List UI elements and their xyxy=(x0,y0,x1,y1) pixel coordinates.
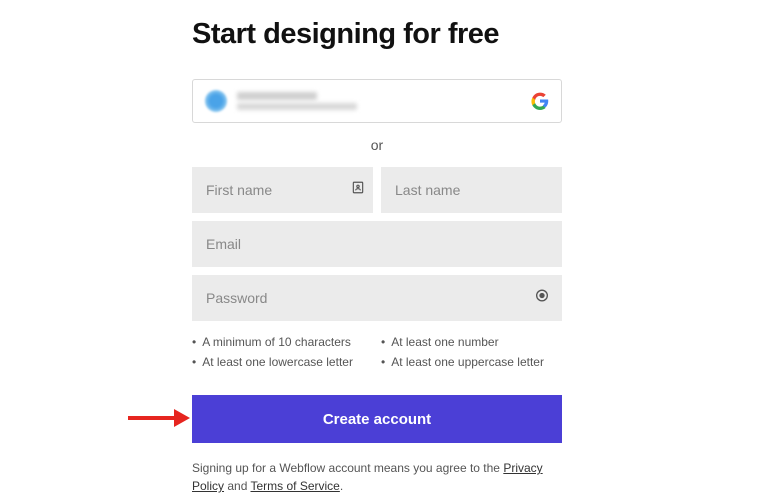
legal-and: and xyxy=(224,479,250,493)
google-logo-icon xyxy=(531,92,549,110)
first-name-input[interactable] xyxy=(192,167,373,213)
password-req-item: A minimum of 10 characters xyxy=(192,335,373,349)
legal-prefix: Signing up for a Webflow account means y… xyxy=(192,461,503,475)
password-req-item: At least one lowercase letter xyxy=(192,355,373,369)
password-req-item: At least one number xyxy=(381,335,562,349)
page-title: Start designing for free xyxy=(192,18,562,51)
google-account-text xyxy=(237,92,531,110)
signup-form: Start designing for free or xyxy=(192,0,562,495)
password-requirements: A minimum of 10 characters At least one … xyxy=(192,335,562,369)
create-account-button[interactable]: Create account xyxy=(192,395,562,443)
google-signin-button[interactable] xyxy=(192,79,562,123)
annotation-arrow-icon xyxy=(126,406,190,430)
password-req-item: At least one uppercase letter xyxy=(381,355,562,369)
password-input[interactable] xyxy=(192,275,562,321)
google-avatar-icon xyxy=(205,90,227,112)
terms-of-service-link[interactable]: Terms of Service xyxy=(251,479,340,493)
legal-suffix: . xyxy=(340,479,343,493)
email-input[interactable] xyxy=(192,221,562,267)
legal-text: Signing up for a Webflow account means y… xyxy=(192,459,562,495)
last-name-input[interactable] xyxy=(381,167,562,213)
divider-or: or xyxy=(192,137,562,153)
